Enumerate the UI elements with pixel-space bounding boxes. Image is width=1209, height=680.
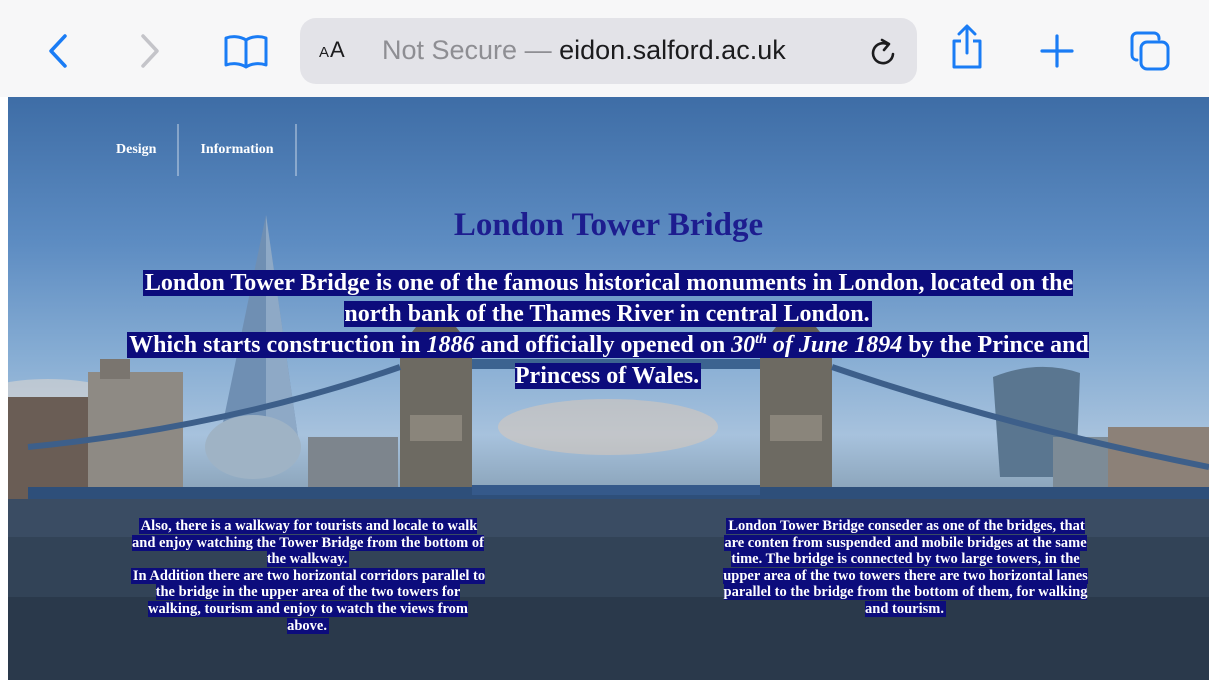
back-button[interactable] xyxy=(40,26,76,76)
tabs-button[interactable] xyxy=(1128,26,1172,76)
bookmarks-icon xyxy=(224,35,268,69)
bridge-type-text: London Tower Bridge conseder as one of t… xyxy=(723,518,1088,617)
url-text: Not Secure — eidon.salford.ac.uk xyxy=(382,35,786,66)
nav-item-design[interactable]: Design xyxy=(96,124,180,176)
opening-day: 30 xyxy=(731,332,756,358)
site-nav: Design Information xyxy=(96,124,297,176)
opening-day-suffix: th xyxy=(755,332,767,347)
intro-line-2: Which starts construction in 1886 and of… xyxy=(127,332,1089,389)
share-button[interactable] xyxy=(947,22,987,72)
page-title: London Tower Bridge xyxy=(453,207,764,243)
intro-paragraph: London Tower Bridge is one of the famous… xyxy=(113,268,1103,392)
nav-item-information[interactable]: Information xyxy=(179,124,297,176)
walkway-text-2: In Addition there are two horizontal cor… xyxy=(130,567,486,634)
bookmarks-button[interactable] xyxy=(221,26,271,76)
reload-button[interactable] xyxy=(869,34,899,73)
back-icon xyxy=(49,34,67,68)
bridge-type-paragraph: London Tower Bridge conseder as one of t… xyxy=(723,518,1088,618)
opening-date-rest: of June 1894 xyxy=(766,332,903,358)
intro-line-1: London Tower Bridge is one of the famous… xyxy=(142,270,1074,327)
walkway-paragraph: Also, there is a walkway for tourists an… xyxy=(128,518,488,634)
new-tab-icon xyxy=(1040,34,1074,68)
web-page: Design Information London Tower Bridge L… xyxy=(8,97,1209,680)
address-bar[interactable]: AA Not Secure — eidon.salford.ac.uk xyxy=(300,18,917,84)
opening-date: 30th of June 1894 xyxy=(731,332,902,358)
text-size-button[interactable]: AA xyxy=(319,37,346,63)
intro-text-b: and officially opened on xyxy=(474,332,732,358)
new-tab-button[interactable] xyxy=(1037,26,1077,76)
forward-icon xyxy=(141,34,159,68)
forward-button[interactable] xyxy=(132,26,168,76)
tabs-icon xyxy=(1130,31,1170,71)
url-domain: eidon.salford.ac.uk xyxy=(559,35,786,65)
intro-text-a: Which starts construction in xyxy=(129,332,427,358)
reload-icon xyxy=(871,38,895,65)
browser-toolbar: AA Not Secure — eidon.salford.ac.uk xyxy=(0,0,1209,97)
not-secure-label: Not Secure — xyxy=(382,35,560,65)
share-icon xyxy=(952,24,982,69)
construction-year: 1886 xyxy=(426,332,475,358)
walkway-text-1: Also, there is a walkway for tourists an… xyxy=(132,518,484,568)
